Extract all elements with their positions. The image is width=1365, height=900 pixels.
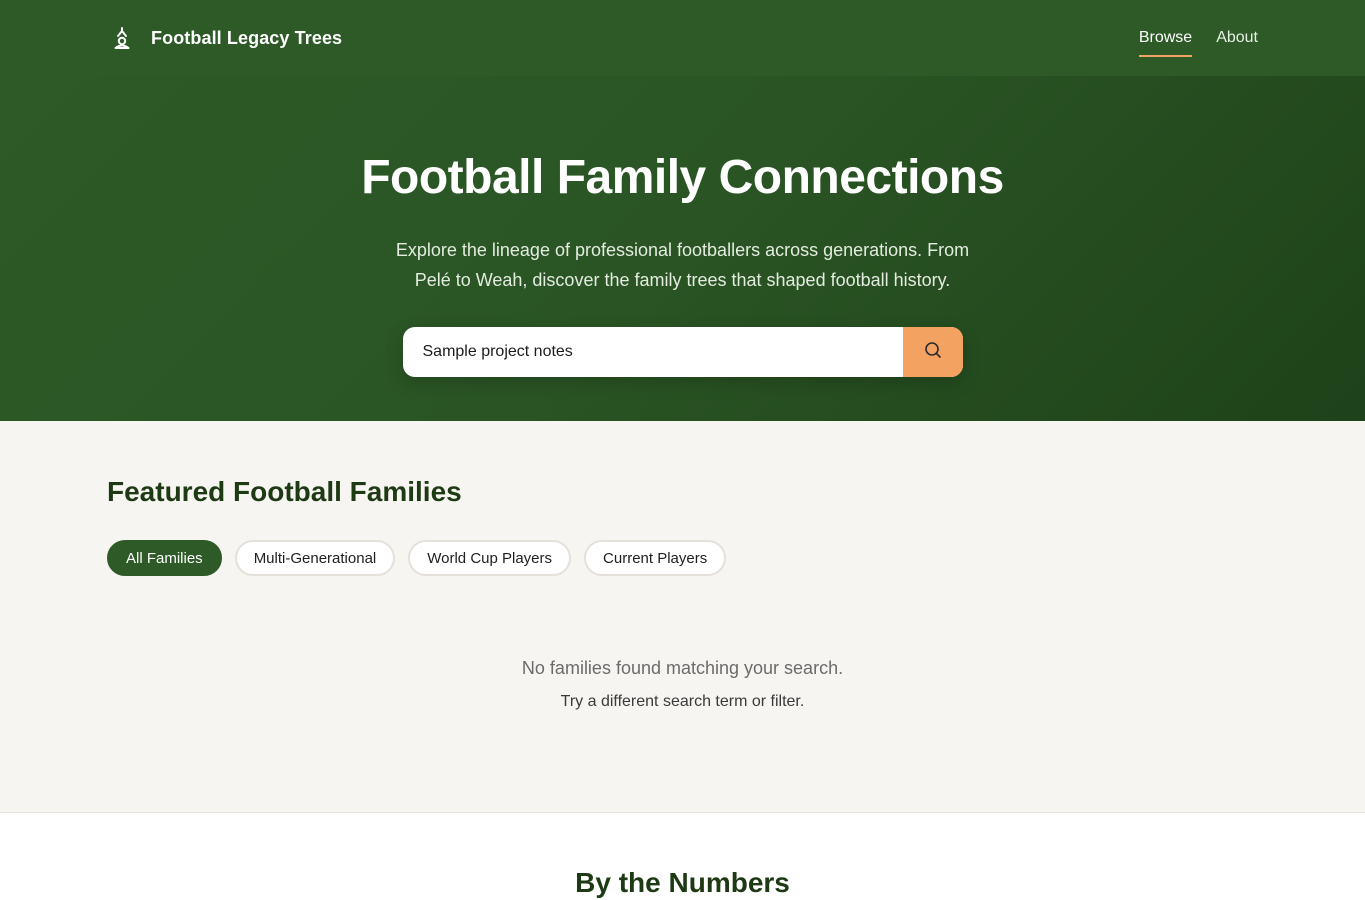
numbers-title: By the Numbers xyxy=(575,867,790,898)
hero-title: Football Family Connections xyxy=(361,151,1004,204)
featured-title: Featured Football Families xyxy=(107,476,462,507)
filter-all-families[interactable]: All Families xyxy=(107,540,222,576)
featured-families-section: Featured Football Families All Families … xyxy=(0,421,1365,813)
empty-state: No families found matching your search. … xyxy=(107,658,1258,711)
search-bar xyxy=(402,326,963,377)
search-button[interactable] xyxy=(902,326,963,377)
filter-world-cup-players[interactable]: World Cup Players xyxy=(408,540,572,576)
site-header: Football Legacy Trees Browse About xyxy=(0,0,1365,76)
numbers-section: By the Numbers xyxy=(0,813,1365,900)
filter-current-players[interactable]: Current Players xyxy=(584,540,727,576)
main-nav: Browse About xyxy=(1138,0,1258,76)
search-icon xyxy=(923,340,943,363)
brand-name: Football Legacy Trees xyxy=(151,27,343,48)
family-tree-icon xyxy=(107,23,137,53)
hero-section: Football Family Connections Explore the … xyxy=(0,76,1365,421)
hero-subtitle: Explore the lineage of professional foot… xyxy=(395,239,970,290)
brand-link[interactable]: Football Legacy Trees xyxy=(107,23,342,53)
empty-hint: Try a different search term or filter. xyxy=(560,693,805,710)
nav-about[interactable]: About xyxy=(1216,19,1258,57)
search-input[interactable] xyxy=(402,326,903,377)
filter-chips: All Families Multi-Generational World Cu… xyxy=(107,540,1258,576)
nav-browse[interactable]: Browse xyxy=(1138,19,1193,57)
empty-message: No families found matching your search. xyxy=(521,658,844,678)
filter-multi-generational[interactable]: Multi-Generational xyxy=(234,540,396,576)
